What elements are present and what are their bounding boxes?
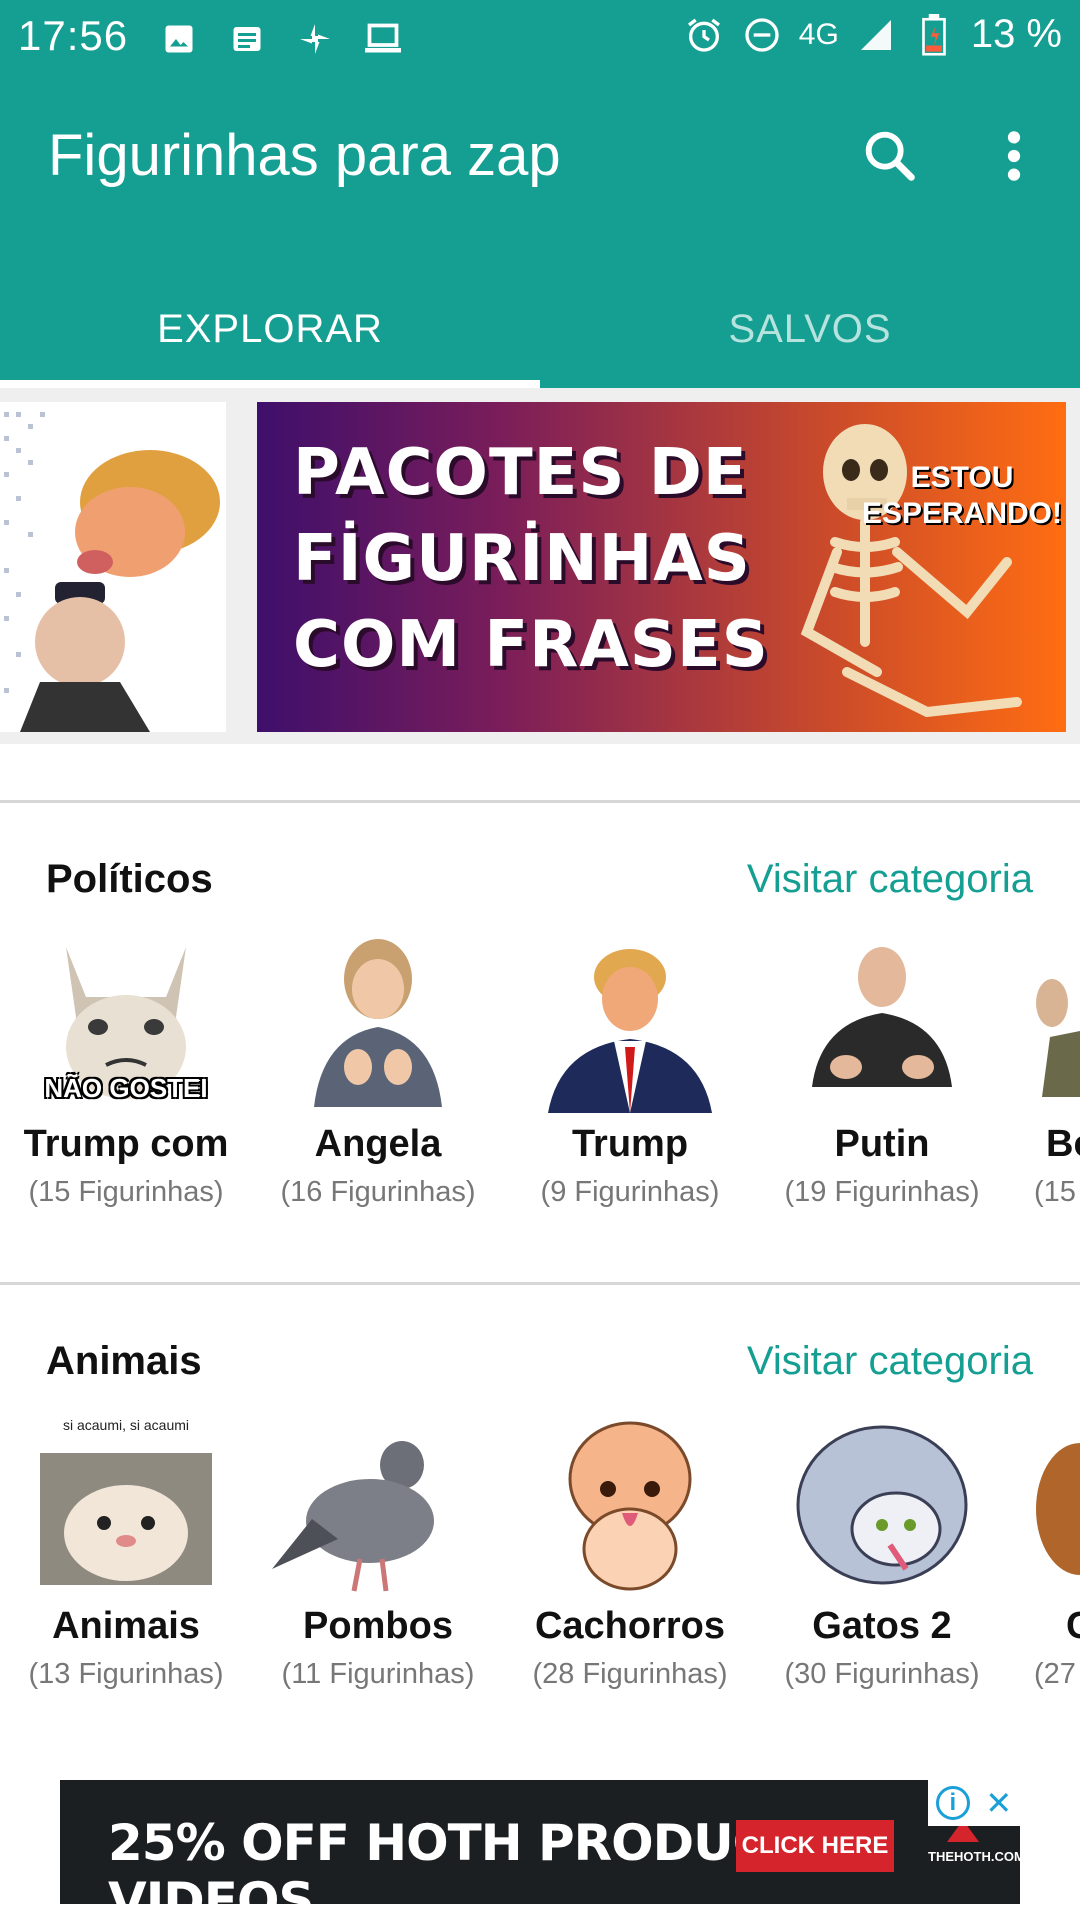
pack-thumbnail bbox=[252, 927, 504, 1117]
tab-indicator bbox=[0, 380, 540, 388]
sticker-pack-item[interactable]: Gatos 2 (30 Figurinhas) bbox=[756, 1409, 1008, 1691]
app-title: Figurinhas para zap bbox=[48, 123, 561, 188]
banner-line-3: COM FRASES bbox=[293, 608, 769, 682]
ad-banner[interactable]: 25% OFF HOTH PRODUCT VIDEOS CLICK HERE T… bbox=[60, 1780, 1020, 1904]
pack-thumbnail bbox=[504, 927, 756, 1117]
more-vert-icon[interactable] bbox=[990, 124, 1038, 188]
banner-politicians[interactable] bbox=[0, 402, 226, 732]
banner-line-2: FİGURİNHAS bbox=[293, 522, 751, 596]
pack-thumbnail bbox=[756, 1409, 1008, 1599]
section-politicos: Políticos Visitar categoria NÃO GOSTEI T… bbox=[0, 803, 1080, 1280]
pack-thumbnail bbox=[252, 1409, 504, 1599]
visit-category-link[interactable]: Visitar categoria bbox=[747, 1339, 1033, 1384]
sticker-caption: NÃO GOSTEI bbox=[44, 1073, 208, 1103]
pack-count: (27 bbox=[1034, 1658, 1076, 1690]
message-icon bbox=[226, 18, 268, 60]
banner-frases[interactable]: PACOTES DE FİGURİNHAS COM FRASES ESTOU E… bbox=[257, 402, 1066, 732]
pack-count: (9 Figurinhas) bbox=[540, 1176, 720, 1208]
pack-count: (15 Figurinhas) bbox=[28, 1176, 224, 1208]
pack-name: Trump bbox=[571, 1123, 689, 1165]
pack-thumbnail: NÃO GOSTEI bbox=[0, 927, 252, 1117]
tab-salvos[interactable]: SALVOS bbox=[540, 270, 1080, 388]
pack-count: (11 Figurinhas) bbox=[281, 1658, 475, 1690]
pack-count: (30 Figurinhas) bbox=[784, 1658, 980, 1690]
pack-thumbnail: si acaumi, si acaumi bbox=[0, 1409, 252, 1599]
pack-name: C bbox=[1066, 1605, 1080, 1647]
sticker-pack-item[interactable]: NÃO GOSTEI Trump com (15 Figurinhas) bbox=[0, 927, 252, 1209]
battery-level: 13 % bbox=[970, 12, 1062, 56]
search-icon[interactable] bbox=[858, 124, 922, 188]
pack-count: (13 Figurinhas) bbox=[28, 1658, 224, 1690]
sticker-caption: si acaumi, si acaumi bbox=[62, 1417, 190, 1433]
alarm-icon bbox=[683, 14, 725, 56]
network-type: 4G bbox=[798, 17, 839, 51]
pack-name: Putin bbox=[834, 1123, 930, 1165]
pack-name: Pombos bbox=[303, 1605, 453, 1647]
do-not-disturb-icon bbox=[741, 14, 783, 56]
ad-brand-label: THEHOTH.COM bbox=[928, 1849, 1020, 1864]
banner-carousel[interactable]: PACOTES DE FİGURİNHAS COM FRASES ESTOU E… bbox=[0, 388, 1080, 744]
pack-name: Gatos 2 bbox=[812, 1605, 952, 1647]
sticker-pack-item[interactable]: Angela (16 Figurinhas) bbox=[252, 927, 504, 1209]
section-title: Políticos bbox=[46, 857, 213, 901]
ad-brand: THEHOTH.COM bbox=[928, 1816, 1020, 1886]
tab-explorar[interactable]: EXPLORAR bbox=[0, 270, 540, 388]
image-icon bbox=[158, 18, 200, 60]
pinwheel-icon bbox=[294, 18, 336, 60]
app-bar: 17:56 4G 13 % Figurinhas para zap EXPLOR… bbox=[0, 0, 1080, 388]
signal-icon bbox=[855, 14, 897, 56]
pack-name: Animais bbox=[52, 1605, 200, 1647]
ad-choices[interactable]: i ✕ bbox=[928, 1780, 1020, 1826]
pack-name: Bo bbox=[1046, 1123, 1080, 1165]
status-time: 17:56 bbox=[18, 12, 129, 59]
ad-info-icon[interactable]: i bbox=[935, 1786, 970, 1820]
laptop-icon bbox=[362, 18, 404, 60]
ad-close-icon[interactable]: ✕ bbox=[985, 1784, 1012, 1822]
sticker-pack-item[interactable]: C (27 bbox=[1008, 1409, 1080, 1691]
tab-bar: EXPLORAR SALVOS bbox=[0, 270, 1080, 388]
sticker-pack-item[interactable]: Trump (9 Figurinhas) bbox=[504, 927, 756, 1209]
pack-count: (16 Figurinhas) bbox=[280, 1176, 476, 1208]
banner-line-1: PACOTES DE bbox=[293, 436, 748, 510]
pack-count: (15 bbox=[1034, 1176, 1076, 1208]
sticker-pack-item[interactable]: si acaumi, si acaumi Animais (13 Figurin… bbox=[0, 1409, 252, 1691]
section-animais: Animais Visitar categoria si acaumi, si … bbox=[0, 1285, 1080, 1765]
visit-category-link[interactable]: Visitar categoria bbox=[747, 857, 1033, 902]
pack-thumbnail bbox=[1008, 927, 1080, 1117]
banner-sticker-text: ESTOU ESPERANDO! bbox=[861, 461, 1062, 530]
battery-icon bbox=[913, 13, 955, 56]
pack-thumbnail bbox=[756, 927, 1008, 1117]
pack-count: (28 Figurinhas) bbox=[532, 1658, 728, 1690]
sticker-pack-item[interactable]: Putin (19 Figurinhas) bbox=[756, 927, 1008, 1209]
status-bar: 17:56 4G 13 % bbox=[0, 0, 1080, 76]
pack-thumbnail bbox=[1008, 1409, 1080, 1599]
ad-cta-button[interactable]: CLICK HERE bbox=[736, 1820, 894, 1872]
pack-name: Trump com bbox=[23, 1123, 229, 1165]
pack-name: Angela bbox=[314, 1123, 442, 1165]
section-title: Animais bbox=[46, 1339, 202, 1383]
pack-thumbnail bbox=[504, 1409, 756, 1599]
sticker-pack-item[interactable]: Pombos (11 Figurinhas) bbox=[252, 1409, 504, 1691]
sticker-pack-item[interactable]: Bo (15 bbox=[1008, 927, 1080, 1209]
pack-name: Cachorros bbox=[534, 1605, 726, 1647]
sticker-pack-item[interactable]: Cachorros (28 Figurinhas) bbox=[504, 1409, 756, 1691]
pack-count: (19 Figurinhas) bbox=[784, 1176, 980, 1208]
